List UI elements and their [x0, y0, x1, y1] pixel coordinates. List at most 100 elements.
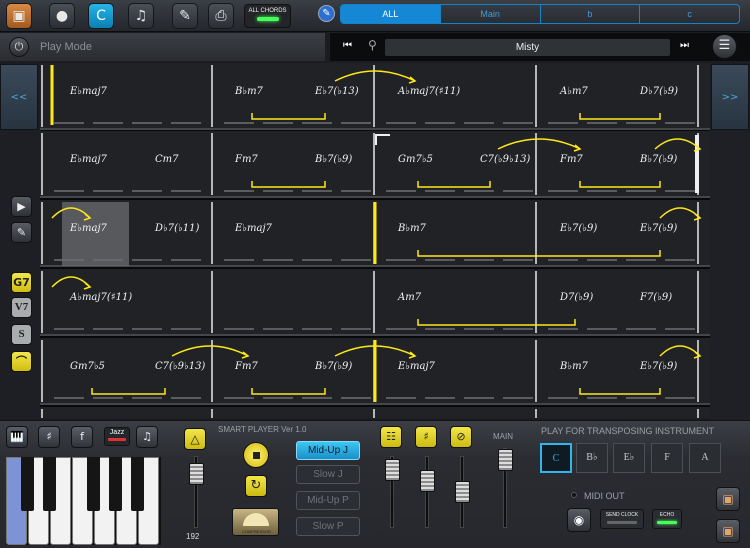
pen-icon[interactable]: ✎	[318, 5, 335, 22]
piano-black-key[interactable]	[131, 457, 144, 511]
mode-label: Play Mode	[40, 41, 92, 53]
tab-main[interactable]: Main	[439, 5, 540, 23]
metronome-icon[interactable]: △	[184, 428, 206, 450]
chord-symbol: E♭maj7	[69, 86, 108, 97]
chord-symbol: B♭7(♭9)	[639, 154, 677, 165]
arrow-arc-icon[interactable]: ⌒	[11, 351, 32, 372]
chord-c-icon[interactable]: C	[88, 3, 114, 29]
piano-fader-knob[interactable]	[385, 459, 400, 481]
power-icon[interactable]: ⏻	[9, 37, 29, 57]
pencil-icon[interactable]: ✎	[11, 222, 32, 243]
chord-symbol: A♭m7	[559, 86, 588, 97]
transpose-key-a[interactable]: A	[689, 443, 721, 473]
smart-player-title: SMART PLAYER Ver 1.0	[218, 425, 307, 434]
music-note-icon[interactable]: ♫	[128, 3, 154, 29]
chord-symbol: B♭m7	[559, 361, 589, 372]
right-strip	[710, 130, 750, 420]
v7-button[interactable]: V7	[11, 297, 32, 318]
chord-symbol: Gm7♭5	[398, 154, 433, 165]
chord-symbol: F7(♭9)	[639, 292, 672, 303]
send-clock-label: SEND CLOCK	[605, 512, 639, 518]
drums-part-icon[interactable]: ⊘	[450, 426, 472, 448]
chord-symbol: B♭7(♭9)	[314, 154, 352, 165]
midi-out-label: MIDI OUT	[584, 491, 625, 501]
drums-fader-knob[interactable]	[455, 481, 470, 503]
search-icon[interactable]: ⚲	[368, 38, 377, 52]
stop-button[interactable]	[243, 442, 269, 468]
transpose-key-c[interactable]: C	[540, 443, 572, 473]
save-folder-icon[interactable]: ▣	[716, 519, 740, 543]
pin-icon[interactable]: ●	[49, 3, 75, 29]
chord-symbol: Cm7	[155, 154, 179, 165]
echo-toggle[interactable]: ECHO	[652, 509, 682, 529]
chord-symbol: C7(♭9♭13)	[480, 154, 530, 165]
prev-page-button[interactable]: <<	[0, 64, 38, 130]
bass-part-icon[interactable]: ♯	[415, 426, 437, 448]
folder-open-icon[interactable]: ▣	[716, 487, 740, 511]
midi-out-led	[571, 492, 577, 498]
chord-symbol: E♭maj7	[234, 223, 273, 234]
print-icon[interactable]: ⎙	[208, 3, 234, 29]
chord-symbol: E♭maj7	[69, 223, 108, 234]
piano-black-key[interactable]	[21, 457, 34, 511]
tempo-fader-knob[interactable]	[189, 463, 204, 485]
guitar-icon[interactable]: ♯	[38, 426, 60, 448]
chord-symbol: E♭7(♭9)	[639, 223, 677, 234]
edit-icon[interactable]: ✎	[172, 3, 198, 29]
play-icon[interactable]: ▶	[11, 196, 32, 217]
all-chords-toggle[interactable]: ALL CHORDS	[244, 4, 291, 28]
jazz-style-button[interactable]: Jazz	[104, 427, 130, 446]
style-button-mid-up-j[interactable]: Mid-Up J	[296, 441, 360, 460]
echo-led	[657, 521, 677, 524]
folder-icon[interactable]: ▣	[6, 3, 32, 29]
compressor-label: COMPRESSOR	[242, 529, 271, 534]
compressor-meter: COMPRESSOR	[232, 508, 279, 536]
piano-black-key[interactable]	[87, 457, 100, 511]
song-title[interactable]: Misty	[385, 39, 670, 56]
piano-part-icon[interactable]: ☷	[380, 426, 402, 448]
chord-chart[interactable]: E♭maj7 B♭m7 E♭7(♭13) A♭maj7(♯11) A♭m7 D♭7(♭9)…	[40, 63, 710, 418]
music-note-icon[interactable]: ♫	[136, 426, 158, 448]
tab-c[interactable]: c	[639, 5, 739, 23]
next-page-button[interactable]: >>	[711, 64, 749, 130]
chord-symbol: A♭maj7(♯11)	[397, 86, 460, 97]
style-button-slow-j[interactable]: Slow J	[296, 465, 360, 484]
all-chords-led	[256, 17, 279, 21]
chord-symbol: B♭m7	[234, 86, 264, 97]
send-clock-toggle[interactable]: SEND CLOCK	[600, 509, 644, 529]
piano-icon[interactable]: 🎹	[6, 426, 28, 448]
current-beat-highlight	[62, 202, 129, 266]
tab-all[interactable]: ALL	[341, 5, 440, 23]
chord-symbol: E♭7(♭9)	[639, 361, 677, 372]
chord-symbol: E♭maj7	[397, 361, 436, 372]
style-button-mid-up-p[interactable]: Mid-Up P	[296, 491, 360, 510]
s-button[interactable]: S	[11, 324, 32, 345]
next-song-icon[interactable]: ⏭	[680, 40, 689, 51]
transpose-key-eb[interactable]: E♭	[613, 443, 645, 473]
left-tool-panel: ▶ ✎ G7 V7 S ⌒	[0, 130, 40, 420]
main-fader-knob[interactable]	[498, 449, 513, 471]
bass-fader-knob[interactable]	[420, 470, 435, 492]
transpose-key-f[interactable]: F	[651, 443, 683, 473]
piano-black-key[interactable]	[109, 457, 122, 511]
tab-b[interactable]: b	[539, 5, 640, 23]
loop-icon[interactable]: ↻	[245, 475, 267, 497]
piano-black-key[interactable]	[43, 457, 56, 511]
bass-f-icon[interactable]: f	[71, 426, 93, 448]
style-button-slow-p[interactable]: Slow P	[296, 517, 360, 536]
menu-icon[interactable]: ☰	[712, 34, 737, 59]
chart-svg: E♭maj7 B♭m7 E♭7(♭13) A♭maj7(♯11) A♭m7 D♭7(♭9)…	[40, 63, 710, 418]
chord-symbol: D♭7(♭9)	[639, 86, 678, 97]
transpose-title: PLAY FOR TRANSPOSING INSTRUMENT	[541, 426, 715, 436]
chord-symbol: Fm7	[234, 154, 258, 165]
chart-row-bg	[40, 407, 710, 418]
compressor-dial	[243, 513, 269, 526]
tempo-value: 192	[186, 532, 200, 541]
transpose-key-bb[interactable]: B♭	[576, 443, 608, 473]
chord-symbol: Gm7♭5	[70, 361, 105, 372]
piano-keyboard[interactable]	[6, 457, 161, 545]
g7-button[interactable]: G7	[11, 272, 32, 293]
prev-song-icon[interactable]: ⏮	[343, 40, 352, 51]
main-volume-label: MAIN	[493, 432, 513, 441]
midi-port-icon[interactable]: ◉	[567, 508, 591, 532]
